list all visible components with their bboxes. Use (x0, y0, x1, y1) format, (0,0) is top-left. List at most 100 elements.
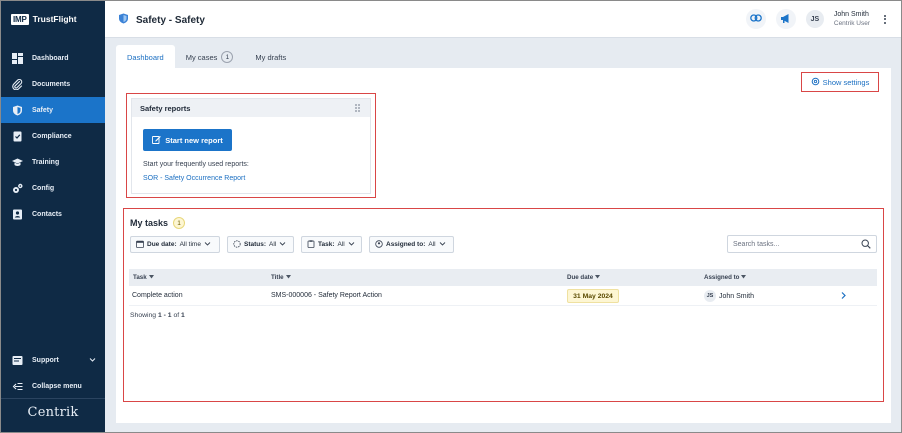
sidebar-item-label: Config (32, 184, 55, 192)
frequent-reports-text: Start your frequently used reports: (143, 161, 249, 168)
sidebar-divider (1, 398, 105, 399)
chevron-down-icon (89, 356, 96, 365)
filter-label: Task: (318, 241, 335, 248)
showing-of: of (173, 312, 180, 319)
sidebar-item-training[interactable]: Training (1, 149, 105, 175)
filter-label: Assigned to: (386, 241, 426, 248)
showing-prefix: Showing (130, 312, 157, 319)
show-settings-button[interactable]: Show settings (801, 72, 879, 92)
user-circle-icon (375, 239, 383, 250)
assigned-to-filter[interactable]: Assigned to: All (369, 236, 454, 253)
drag-handle-icon[interactable] (355, 104, 360, 112)
edit-icon (152, 135, 162, 146)
safety-reports-widget: Safety reports Start new report Start yo… (131, 98, 371, 194)
filter-value: All (337, 241, 345, 248)
tasks-count-badge: 1 (173, 217, 186, 229)
brand-logo[interactable]: IMP TrustFlight (11, 12, 77, 26)
sidebar-item-label: Collapse menu (32, 382, 82, 390)
sidebar-item-safety[interactable]: Safety (1, 97, 105, 123)
status-filter[interactable]: Status: All (227, 236, 294, 253)
filter-label: Status: (244, 241, 267, 248)
sidebar-item-compliance[interactable]: Compliance (1, 123, 105, 149)
user-name: John Smith (833, 11, 869, 18)
showing-total: 1 (181, 312, 185, 319)
start-new-report-button[interactable]: Start new report (143, 129, 232, 151)
sidebar-nav: Dashboard Documents Safety Compliance Tr… (1, 45, 105, 227)
task-filter[interactable]: Task: All (301, 236, 362, 253)
avatar[interactable]: JS (805, 10, 824, 28)
page-title: Safety - Safety (118, 13, 205, 27)
tab-bar: Dashboard My cases 1 My drafts (116, 45, 297, 69)
chevron-right-icon[interactable] (840, 291, 847, 302)
filter-value: All time (179, 241, 201, 248)
sidebar-item-label: Training (32, 158, 60, 166)
task-cell: Complete action (132, 292, 183, 299)
contacts-icon (12, 209, 23, 220)
tab-my-drafts[interactable]: My drafts (244, 45, 297, 69)
column-header-assigned-to[interactable]: Assigned to (704, 274, 747, 281)
sidebar-item-label: Contacts (32, 210, 62, 218)
support-icon (12, 355, 23, 366)
start-new-report-label: Start new report (165, 135, 223, 145)
due-date-badge: 31 May 2024 (567, 289, 619, 303)
filter-value: All (269, 241, 277, 248)
link-button[interactable] (745, 9, 766, 29)
sort-icon (741, 274, 747, 281)
clipboard-icon (307, 239, 315, 250)
compliance-icon (12, 131, 23, 142)
sidebar-bottom: Support Collapse menu (1, 347, 105, 399)
dashboard-icon (12, 52, 23, 64)
show-settings-label: Show settings (822, 77, 870, 87)
search-tasks-input[interactable]: Search tasks... (727, 235, 877, 253)
top-actions: JS John Smith Centrik User (745, 8, 890, 30)
widget-header: Safety reports (132, 99, 370, 117)
gear-icon (811, 77, 820, 88)
sort-icon (595, 274, 601, 281)
tab-label: My drafts (255, 52, 287, 62)
megaphone-icon (780, 13, 791, 26)
sidebar-item-config[interactable]: Config (1, 175, 105, 201)
user-info[interactable]: John Smith Centrik User (834, 10, 870, 28)
assignee-cell: JS John Smith (704, 290, 754, 302)
pagination-summary: Showing 1 - 1 of 1 (130, 312, 185, 319)
tab-my-cases[interactable]: My cases 1 (175, 45, 245, 69)
column-header-due-date[interactable]: Due date (567, 274, 601, 281)
column-label: Assigned to (704, 274, 740, 281)
app-window: IMP TrustFlight Dashboard Documents Safe… (0, 0, 902, 433)
column-label: Task (133, 274, 147, 281)
search-icon[interactable] (861, 239, 871, 249)
sidebar-item-contacts[interactable]: Contacts (1, 201, 105, 227)
more-options-icon[interactable] (880, 14, 890, 24)
sort-icon (148, 274, 154, 281)
sidebar-item-dashboard[interactable]: Dashboard (1, 45, 105, 71)
column-label: Title (271, 274, 284, 281)
status-icon (233, 239, 241, 250)
sidebar-item-documents[interactable]: Documents (1, 71, 105, 97)
column-header-title[interactable]: Title (271, 274, 291, 281)
calendar-icon (136, 240, 144, 250)
brand-name: TrustFlight (32, 14, 77, 24)
tab-dashboard[interactable]: Dashboard (116, 45, 175, 69)
shield-icon (12, 105, 23, 116)
page-title-text: Safety - Safety (136, 14, 205, 26)
sidebar-item-label: Dashboard (32, 54, 69, 62)
tab-count-badge: 1 (221, 51, 234, 63)
sidebar-item-support[interactable]: Support (1, 347, 105, 373)
column-label: Due date (567, 274, 594, 281)
my-tasks-title: My tasks 1 (130, 217, 186, 229)
top-bar: Safety - Safety JS John Smith Centrik Us… (105, 1, 901, 38)
collapse-menu-button[interactable]: Collapse menu (1, 373, 105, 399)
graduation-cap-icon (12, 157, 23, 168)
sor-report-link[interactable]: SOR - Safety Occurrence Report (143, 175, 245, 182)
shield-icon (118, 13, 129, 27)
gears-icon (12, 183, 23, 194)
user-role: Centrik User (833, 20, 870, 27)
due-date-filter[interactable]: Due date: All time (130, 236, 220, 253)
widget-title: Safety reports (140, 103, 191, 113)
avatar: JS (704, 290, 716, 302)
sidebar-item-label: Support (32, 356, 59, 364)
column-header-task[interactable]: Task (133, 274, 154, 281)
announcements-button[interactable] (775, 9, 796, 29)
sidebar-item-label: Documents (32, 80, 71, 88)
table-row[interactable]: Complete action SMS-000006 - Safety Repo… (129, 287, 877, 306)
